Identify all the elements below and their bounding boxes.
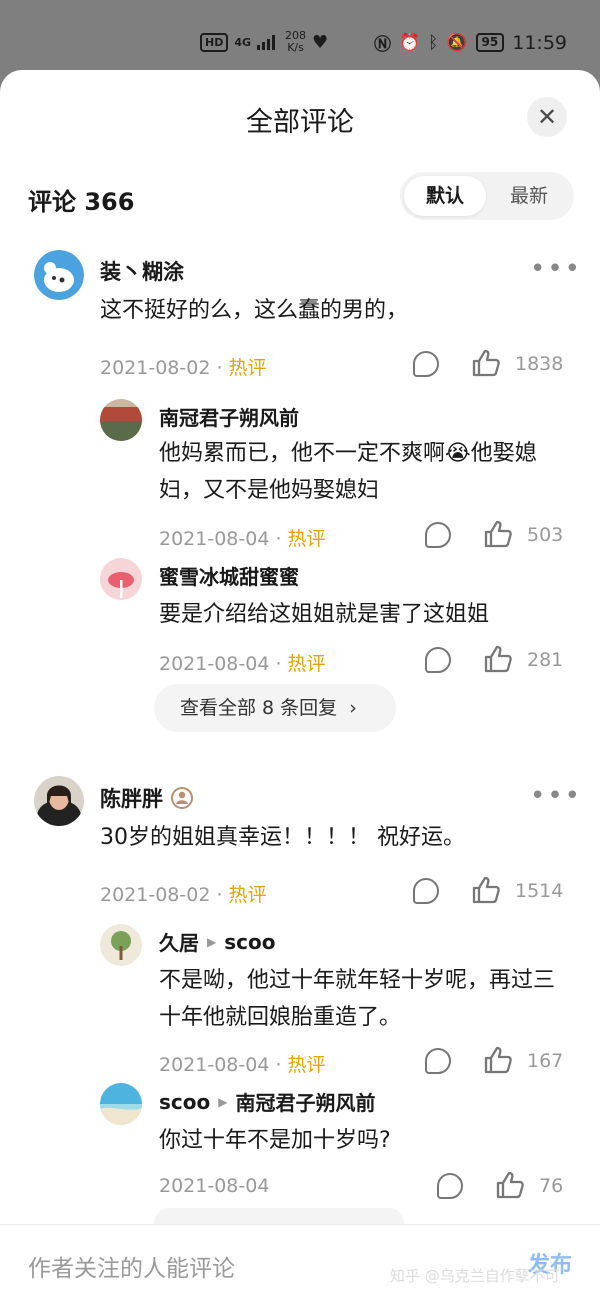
sort-toggle: 默认 最新 (400, 172, 574, 220)
nfc-icon: Ⓝ (373, 35, 391, 55)
sort-newest-tab[interactable]: 最新 (488, 176, 570, 216)
reply-author[interactable]: 蜜雪冰城甜蜜蜜 (159, 561, 299, 590)
chevron-right-icon: › (349, 697, 357, 719)
like-icon[interactable] (495, 1170, 525, 1200)
alarm-icon: ⏰ (398, 32, 421, 53)
reply-author[interactable]: scoo ▶ 南冠君子朔风前 (159, 1087, 375, 1116)
battery-icon: 95 (475, 33, 505, 52)
reply-meta: 2021-08-04 · 热评 (159, 528, 326, 550)
reply-author[interactable]: 久居 ▶ scoo (159, 927, 275, 956)
reply-meta: 2021-08-04 (159, 1175, 270, 1197)
comment-meta: 2021-08-02 · 热评 (100, 357, 267, 379)
hot-tag: 热评 (228, 357, 267, 379)
status-bar: HD 4G 208 K/s ♥ Ⓝ ⏰ ᛒ 🔕 95 11:59 (0, 0, 600, 70)
reply-icon[interactable] (425, 647, 451, 673)
hot-tag: 热评 (228, 884, 267, 906)
bluetooth-icon: ᛒ (428, 32, 439, 53)
status-right: Ⓝ ⏰ ᛒ 🔕 95 11:59 (373, 30, 567, 56)
status-left: HD 4G 208 K/s ♥ (200, 30, 328, 54)
sheet-title: 全部评论 (246, 107, 354, 138)
avatar[interactable] (100, 399, 142, 441)
like-count: 167 (527, 1050, 564, 1072)
close-icon: ✕ (536, 103, 558, 131)
reply-text: 你过十年不是加十岁吗? (159, 1128, 391, 1153)
crown-badge-icon (171, 787, 193, 809)
watermark: 知乎 @乌克兰自作孽不可 (390, 1267, 560, 1285)
comment-text: 30岁的姐姐真幸运！！！！ 祝好运。 (100, 825, 465, 850)
like-count: 503 (527, 524, 564, 546)
reply-to-arrow-icon: ▶ (207, 934, 217, 949)
network-label: 4G (234, 35, 252, 49)
reply-icon[interactable] (413, 878, 439, 904)
reply-meta: 2021-08-04 · 热评 (159, 1054, 326, 1076)
reply-text: 他妈累而已，他不一定不爽啊😭他娶媳妇，又不是他妈娶媳妇 (159, 441, 537, 503)
like-count: 76 (539, 1175, 564, 1197)
hot-tag: 热评 (287, 653, 326, 675)
reply-meta: 2021-08-04 · 热评 (159, 653, 326, 675)
comment-author[interactable]: 装丶糊涂 (100, 256, 184, 286)
like-icon[interactable] (471, 348, 501, 378)
like-count: 281 (527, 649, 564, 671)
like-icon[interactable] (483, 519, 513, 549)
comment-count: 评论 366 (28, 188, 135, 216)
avatar[interactable] (100, 558, 142, 600)
comment-input-bar: 作者关注的人能评论 发布 知乎 @乌克兰自作孽不可 (0, 1224, 600, 1300)
like-icon[interactable] (483, 1045, 513, 1075)
close-button[interactable]: ✕ (527, 97, 567, 137)
comment-input[interactable]: 作者关注的人能评论 (28, 1249, 235, 1283)
like-icon[interactable] (471, 875, 501, 905)
heart-icon: ♥ (312, 31, 329, 53)
signal-icon (257, 35, 276, 50)
reply-author[interactable]: 南冠君子朔风前 (159, 402, 299, 431)
reply-icon[interactable] (437, 1173, 463, 1199)
view-all-replies-button[interactable]: 查看全部 8 条回复 › (154, 684, 396, 732)
reply-icon[interactable] (413, 351, 439, 377)
comment-meta: 2021-08-02 · 热评 (100, 884, 267, 906)
more-icon[interactable]: ••• (530, 256, 582, 282)
reply-to-arrow-icon: ▶ (218, 1094, 228, 1109)
like-icon[interactable] (483, 644, 513, 674)
avatar[interactable] (100, 1083, 142, 1125)
hd-badge: HD (200, 32, 229, 52)
reply-text: 要是介绍给这姐姐就是害了这姐姐 (159, 602, 490, 627)
avatar[interactable] (100, 924, 142, 966)
reply-text: 不是呦，他过十年就年轻十岁呢，再过三十年他就回娘胎重造了。 (159, 968, 556, 1030)
hot-tag: 热评 (287, 528, 326, 550)
comment-author[interactable]: 陈胖胖 (100, 783, 193, 813)
more-icon[interactable]: ••• (530, 783, 582, 809)
comments-sheet: 全部评论 ✕ 评论 366 默认 最新 装丶糊涂 ••• 这不挺好的么，这么蠢的… (0, 70, 600, 1300)
reply-icon[interactable] (425, 522, 451, 548)
clock: 11:59 (512, 31, 567, 54)
avatar[interactable] (34, 250, 84, 300)
avatar[interactable] (34, 776, 84, 826)
hot-tag: 热评 (287, 1054, 326, 1076)
like-count: 1838 (515, 353, 564, 375)
like-count: 1514 (515, 880, 564, 902)
mute-icon: 🔕 (446, 32, 468, 53)
comment-text: 这不挺好的么，这么蠢的男的， (100, 298, 409, 323)
reply-icon[interactable] (425, 1048, 451, 1074)
sort-default-tab[interactable]: 默认 (404, 176, 486, 216)
net-speed: 208 K/s (285, 29, 307, 54)
